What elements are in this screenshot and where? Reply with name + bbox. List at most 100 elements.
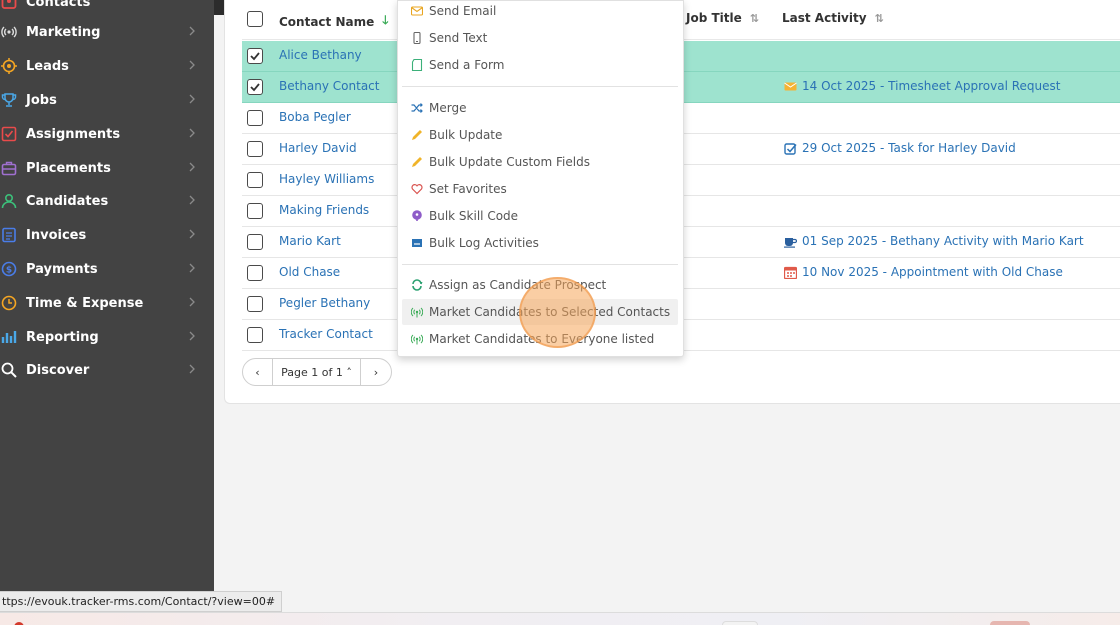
chevron-right-icon xyxy=(188,296,200,310)
sort-descending-icon[interactable]: 🡓 xyxy=(382,11,388,32)
pagination: ‹ Page 1 of 1 ˄ › xyxy=(242,358,392,386)
inbox-icon xyxy=(411,237,423,249)
chevron-right-icon xyxy=(188,93,200,107)
row-checkbox[interactable] xyxy=(247,172,263,188)
menu-divider xyxy=(402,264,678,265)
contact-name-link[interactable]: Harley David xyxy=(279,141,357,155)
sidebar-item-label: Jobs xyxy=(26,92,57,108)
sidebar-item-marketing[interactable]: Marketing xyxy=(0,17,214,47)
contact-name-link[interactable]: Bethany Contact xyxy=(279,79,380,93)
sidebar-item-label: Contacts xyxy=(26,0,91,10)
sidebar-item-label: Discover xyxy=(26,362,90,378)
page-selector[interactable]: Page 1 of 1 ˄ xyxy=(273,359,361,385)
taskbar-app-icon[interactable] xyxy=(722,621,758,625)
sidebar-item-time-expense[interactable]: Time & Expense xyxy=(0,288,214,318)
sort-icon[interactable]: ⇅ xyxy=(750,12,759,25)
sidebar-item-label: Marketing xyxy=(26,24,101,40)
sidebar-item-reporting[interactable]: Reporting xyxy=(0,322,214,352)
menu-item-bulk-update[interactable]: Bulk Update xyxy=(398,122,683,148)
row-checkbox[interactable] xyxy=(247,265,263,281)
chevron-right-icon xyxy=(188,127,200,141)
taskbar-app-icon[interactable] xyxy=(990,621,1030,625)
select-all-checkbox[interactable] xyxy=(247,11,263,27)
form-icon xyxy=(411,59,423,71)
menu-item-send-text[interactable]: Send Text xyxy=(398,25,683,51)
recycle-icon xyxy=(411,279,423,291)
row-checkbox[interactable] xyxy=(247,327,263,343)
menu-item-bulk-update-custom-fields[interactable]: Bulk Update Custom Fields xyxy=(398,149,683,175)
person-icon xyxy=(1,193,17,209)
row-checkbox[interactable] xyxy=(247,48,263,64)
column-header-last-activity[interactable]: Last Activity ⇅ xyxy=(782,11,884,25)
broadcast-icon xyxy=(1,24,17,40)
menu-item-set-favorites[interactable]: Set Favorites xyxy=(398,176,683,202)
sidebar-item-label: Leads xyxy=(26,58,69,74)
chevron-right-icon xyxy=(188,363,200,377)
status-url: ttps://evouk.tracker-rms.com/Contact/?vi… xyxy=(0,591,283,612)
heart-icon xyxy=(411,183,423,195)
row-checkbox[interactable] xyxy=(247,79,263,95)
contact-name-link[interactable]: Hayley Williams xyxy=(279,172,374,186)
pencil-icon xyxy=(411,156,423,168)
search-icon xyxy=(1,362,17,378)
row-checkbox[interactable] xyxy=(247,141,263,157)
envelope-icon xyxy=(411,5,423,17)
next-page-button[interactable]: › xyxy=(361,359,391,385)
row-checkbox[interactable] xyxy=(247,296,263,312)
contact-name-link[interactable]: Old Chase xyxy=(279,265,340,279)
sidebar-item-label: Time & Expense xyxy=(26,295,144,311)
menu-item-send-form[interactable]: Send a Form xyxy=(398,52,683,78)
sidebar-item-candidates[interactable]: Candidates xyxy=(0,186,214,216)
column-header-job-title[interactable]: Job Title ⇅ xyxy=(686,11,759,25)
contact-name-link[interactable]: Pegler Bethany xyxy=(279,296,370,310)
sidebar-item-contacts[interactable]: Contacts xyxy=(0,0,214,17)
menu-item-merge[interactable]: Merge xyxy=(398,95,683,121)
trophy-icon xyxy=(1,92,17,108)
sidebar-item-jobs[interactable]: Jobs xyxy=(0,85,214,115)
previous-page-button[interactable]: ‹ xyxy=(243,359,273,385)
column-header-contact-name[interactable]: Contact Name 🡓 xyxy=(279,11,389,32)
sidebar-item-payments[interactable]: $ Payments xyxy=(0,254,214,284)
calendar-icon xyxy=(784,266,797,279)
menu-item-bulk-skill-code[interactable]: Bulk Skill Code xyxy=(398,203,683,229)
sidebar-item-invoices[interactable]: Invoices xyxy=(0,220,214,250)
contact-name-link[interactable]: Alice Bethany xyxy=(279,48,362,62)
sidebar-item-assignments[interactable]: Assignments xyxy=(0,119,214,149)
sidebar-item-placements[interactable]: Placements xyxy=(0,153,214,183)
contact-name-link[interactable]: Making Friends xyxy=(279,203,369,217)
sidebar-item-discover[interactable]: Discover xyxy=(0,355,214,385)
task-check-icon xyxy=(784,142,797,155)
phone-icon xyxy=(411,32,423,44)
briefcase-icon xyxy=(1,160,17,176)
pencil-icon xyxy=(411,129,423,141)
row-checkbox[interactable] xyxy=(247,110,263,126)
sidebar-item-label: Assignments xyxy=(26,126,121,142)
contact-name-link[interactable]: Boba Pegler xyxy=(279,110,351,124)
contact-name-link[interactable]: Tracker Contact xyxy=(279,327,373,341)
sidebar-item-label: Candidates xyxy=(26,193,109,209)
last-activity-link[interactable]: 10 Nov 2025 - Appointment with Old Chase xyxy=(784,265,1063,279)
svg-text:$: $ xyxy=(6,266,12,276)
coffee-icon xyxy=(784,235,797,248)
chevron-right-icon xyxy=(188,25,200,39)
clock-icon xyxy=(1,295,17,311)
sidebar-item-label: Invoices xyxy=(26,227,87,243)
menu-item-market-to-selected[interactable]: Market Candidates to Selected Contacts xyxy=(402,299,678,325)
sort-icon[interactable]: ⇅ xyxy=(875,12,884,25)
row-checkbox[interactable] xyxy=(247,234,263,250)
row-checkbox[interactable] xyxy=(247,203,263,219)
sidebar-item-leads[interactable]: Leads xyxy=(0,51,214,81)
menu-item-assign-candidate-prospect[interactable]: Assign as Candidate Prospect xyxy=(398,272,683,298)
chevron-right-icon xyxy=(188,59,200,73)
menu-item-market-to-everyone[interactable]: Market Candidates to Everyone listed xyxy=(398,326,683,352)
bulk-actions-menu: Send Email Send Text Send a Form Merge B… xyxy=(397,0,684,357)
contact-name-link[interactable]: Mario Kart xyxy=(279,234,341,248)
last-activity-link[interactable]: 14 Oct 2025 - Timesheet Approval Request xyxy=(784,79,1060,93)
menu-item-send-email[interactable]: Send Email xyxy=(398,0,683,24)
last-activity-link[interactable]: 01 Sep 2025 - Bethany Activity with Mari… xyxy=(784,234,1084,248)
menu-item-bulk-log-activities[interactable]: Bulk Log Activities xyxy=(398,230,683,256)
target-icon xyxy=(1,58,17,74)
sidebar-item-label: Placements xyxy=(26,160,111,176)
last-activity-link[interactable]: 29 Oct 2025 - Task for Harley David xyxy=(784,141,1016,155)
chevron-right-icon xyxy=(188,228,200,242)
